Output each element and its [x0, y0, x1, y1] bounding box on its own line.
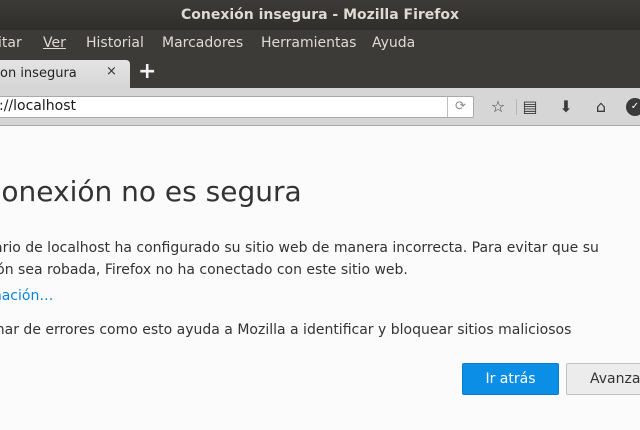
menu-history[interactable]: Historial: [86, 35, 144, 51]
menu-view[interactable]: Ver: [43, 35, 66, 51]
menu-bookmarks[interactable]: Marcadores: [162, 35, 243, 51]
menu-edit[interactable]: itar: [0, 35, 22, 51]
reading-list-icon[interactable]: ▤: [519, 96, 541, 118]
menu-bar: itar Ver Historial Marcadores Herramient…: [0, 30, 640, 58]
more-information-link[interactable]: ormación…: [0, 288, 53, 304]
menu-help[interactable]: Ayuda: [372, 35, 415, 51]
download-icon[interactable]: ⬇: [555, 96, 577, 118]
window-title-bar: Conexión insegura - Mozilla Firefox: [0, 0, 640, 30]
new-tab-icon[interactable]: +: [138, 58, 156, 86]
report-errors-text: formar de errores como esto ayuda a Mozi…: [0, 322, 572, 338]
window-title: Conexión insegura - Mozilla Firefox: [180, 7, 460, 23]
navigation-bar: ://localhost ⟳ ☆ ▤ ⬇ ⌂ ✓: [0, 88, 640, 126]
toolbar-separator: [516, 99, 517, 115]
page-title: conexión no es segura: [0, 175, 302, 208]
advanced-button[interactable]: Avanzado: [566, 363, 640, 395]
bookmark-star-icon[interactable]: ☆: [487, 96, 509, 118]
tab-strip: on insegura × +: [0, 58, 640, 88]
tab-insecure-connection[interactable]: on insegura ×: [0, 60, 130, 88]
url-text[interactable]: ://localhost: [0, 98, 76, 114]
reload-icon[interactable]: ⟳: [447, 97, 473, 117]
error-page: conexión no es segura ietario de localho…: [0, 127, 640, 430]
pocket-icon[interactable]: ✓: [626, 98, 640, 116]
go-back-button[interactable]: Ir atrás: [462, 363, 559, 395]
url-bar[interactable]: ://localhost ⟳: [0, 96, 474, 118]
close-tab-icon[interactable]: ×: [106, 64, 117, 79]
error-description-line-2: ación sea robada, Firefox no ha conectad…: [0, 262, 408, 278]
home-icon[interactable]: ⌂: [590, 96, 612, 118]
error-description-line-1: ietario de localhost ha configurado su s…: [0, 240, 599, 256]
tab-title: on insegura: [0, 66, 77, 81]
menu-tools[interactable]: Herramientas: [261, 35, 356, 51]
error-description: ietario de localhost ha configurado su s…: [0, 237, 636, 281]
